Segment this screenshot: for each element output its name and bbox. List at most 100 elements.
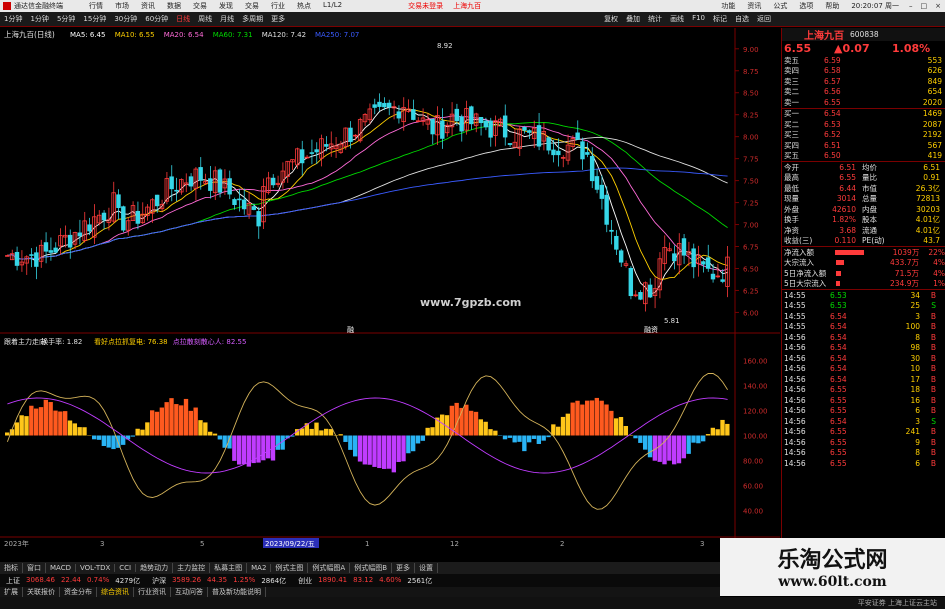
menu-item-4[interactable]: 交易 (187, 1, 213, 11)
menu-item-7[interactable]: 行业 (265, 1, 291, 11)
menu-item-0[interactable]: 行情 (83, 1, 109, 11)
indicator-tab-6[interactable]: 主力监控 (173, 563, 211, 573)
indicator-tab-5[interactable]: 趋势动力 (136, 563, 174, 573)
menu-item-9[interactable]: L1/L2 (317, 1, 348, 11)
index-item[interactable]: 沪深 3589.26 44.35 1.25% 2864亿 (152, 576, 286, 586)
indicator-bar (546, 435, 551, 438)
chart-tool-1[interactable]: 叠加 (622, 13, 644, 25)
period-tab-2[interactable]: 5分钟 (53, 13, 79, 25)
ask-label: 卖三 (784, 76, 799, 86)
indicator-tab-1[interactable]: 窗口 (23, 563, 46, 573)
current-stock-tag[interactable]: 上海九百 (453, 1, 481, 11)
sub-tab-3[interactable]: 综合资讯 (97, 587, 134, 597)
chart-tool-5[interactable]: 标记 (709, 13, 731, 25)
login-notice[interactable]: 交易未登录 (408, 1, 443, 11)
maximize-icon[interactable]: □ (921, 2, 928, 10)
price-tick-label: 8.25 (743, 112, 759, 120)
right-menu-item-0[interactable]: 功能 (715, 1, 741, 11)
index-item[interactable]: 创业 1890.41 83.12 4.60% 2561亿 (298, 576, 432, 586)
period-tab-8[interactable]: 月线 (216, 13, 238, 25)
candle-body (121, 206, 126, 231)
indicator-tab-12[interactable]: 更多 (392, 563, 416, 573)
indicator-bar (647, 435, 653, 458)
flow-bar (835, 249, 864, 255)
indicator-tab-3[interactable]: VOL-TDX (76, 564, 116, 572)
menu-item-6[interactable]: 交易 (239, 1, 265, 11)
sub-tab-1[interactable]: 关联报价 (23, 587, 60, 597)
ask-vol: 2020 (922, 97, 942, 107)
indicator-tab-9[interactable]: 例式主图 (271, 563, 309, 573)
candle-body (546, 137, 551, 151)
indicator-tab-0[interactable]: 指标 (0, 563, 23, 573)
period-tab-10[interactable]: 更多 (267, 13, 289, 25)
period-tab-4[interactable]: 30分钟 (110, 13, 141, 25)
indicator-tab-7[interactable]: 私募主图 (210, 563, 248, 573)
indicator-bar (367, 435, 372, 465)
sub-tab-0[interactable]: 扩展 (0, 587, 23, 597)
chart-tool-3[interactable]: 画线 (666, 13, 688, 25)
price-tick-label: 6.00 (743, 309, 759, 317)
indicator-bar (415, 435, 421, 444)
menu-item-5[interactable]: 发现 (213, 1, 239, 11)
indicator-tab-8[interactable]: MA2 (247, 564, 272, 572)
candle-body (411, 109, 416, 120)
indicator-tab-4[interactable]: CCI (115, 564, 137, 572)
flow-label: 净流入额 (784, 247, 814, 257)
indicator-tab-11[interactable]: 例式幅图B (350, 563, 393, 573)
title-bar: 通达信金融终端 行情 市场 资讯 数据 交易 发现 交易 行业 热点 L1/L2 交易未登录 上海… (0, 0, 945, 12)
date-label: 3 (700, 540, 704, 548)
menu-item-2[interactable]: 资讯 (135, 1, 161, 11)
period-toolbar: 1分钟 1分钟 5分钟 15分钟 30分钟 60分钟 日线 周线 月线 多周期 更多 复权 叠加 统计画… (0, 12, 945, 27)
flow-label: 5日大宗流入 (784, 279, 827, 289)
sub-tab-2[interactable]: 资金分布 (60, 587, 97, 597)
tick-vol: 18 (910, 385, 920, 395)
close-icon[interactable]: × (935, 2, 941, 10)
indicator-legend-0: 跟着主力走向 (4, 337, 46, 346)
sub-tab-5[interactable]: 互动问答 (171, 587, 208, 597)
indicator-tab-10[interactable]: 例式幅图A (308, 563, 351, 573)
kline-svg[interactable]: 上海九百(日线) MA5: 6.45 MA10: 6.55 MA20: 6.54 MA… (0, 28, 780, 550)
period-tab-9[interactable]: 多周期 (238, 13, 267, 25)
minimize-icon[interactable]: – (909, 2, 913, 10)
stat-value: 6.51 (839, 162, 856, 172)
menu-item-3[interactable]: 数据 (161, 1, 187, 11)
period-tab-3[interactable]: 15分钟 (79, 13, 110, 25)
menu-item-8[interactable]: 热点 (291, 1, 317, 11)
candle-body (638, 292, 643, 300)
candle-body (527, 130, 532, 133)
chart-tool-6[interactable]: 自选 (731, 13, 753, 25)
right-menu-item-2[interactable]: 公式 (767, 1, 793, 11)
tick-row: 14:56 6.55 16 B (782, 395, 945, 406)
indicator-tab-13[interactable]: 设置 (415, 563, 439, 573)
indicator-tab-2[interactable]: MACD (46, 564, 76, 572)
period-tab-1[interactable]: 1分钟 (26, 13, 52, 25)
candle-body (377, 101, 382, 107)
price-tick-label: 9.00 (743, 46, 759, 54)
chart-tool-4[interactable]: F10 (688, 13, 709, 25)
kline-chart-area[interactable]: 上海九百(日线) MA5: 6.45 MA10: 6.55 MA20: 6.54 MA… (0, 28, 780, 550)
right-menu-item-3[interactable]: 选项 (793, 1, 819, 11)
period-tab-5[interactable]: 60分钟 (141, 13, 172, 25)
tick-dir: B (930, 364, 936, 374)
period-tab-0[interactable]: 1分钟 (0, 13, 26, 25)
tick-row: 14:55 6.53 34 B (782, 290, 945, 301)
chart-tool-0[interactable]: 复权 (600, 13, 622, 25)
tick-list[interactable]: 14:55 6.53 34 B 14:55 6.53 25 S 14:55 6.54 3 B 14:55… (782, 290, 945, 469)
indicator-bar (594, 397, 600, 436)
menu-item-1[interactable]: 市场 (109, 1, 135, 11)
ask-row: 卖三 6.57 849 (782, 76, 945, 87)
period-tab-7[interactable]: 周线 (194, 13, 216, 25)
index-item[interactable]: 上证 3068.46 22.44 0.74% 4279亿 (6, 576, 140, 586)
sub-tab-6[interactable]: 普及新功能说明 (208, 587, 266, 597)
tick-vol: 6 (915, 406, 920, 416)
candle-body (618, 250, 624, 263)
tick-row: 14:56 6.54 3 S (782, 416, 945, 427)
chart-tool-2[interactable]: 统计 (644, 13, 666, 25)
flow-bar (836, 270, 841, 276)
period-tab-6[interactable]: 日线 (172, 13, 194, 25)
right-menu-item-1[interactable]: 资讯 (741, 1, 767, 11)
tick-price: 6.54 (830, 332, 847, 342)
chart-tool-7[interactable]: 返回 (753, 13, 775, 25)
right-menu-item-4[interactable]: 帮助 (819, 1, 845, 11)
sub-tab-4[interactable]: 行业资讯 (134, 587, 171, 597)
